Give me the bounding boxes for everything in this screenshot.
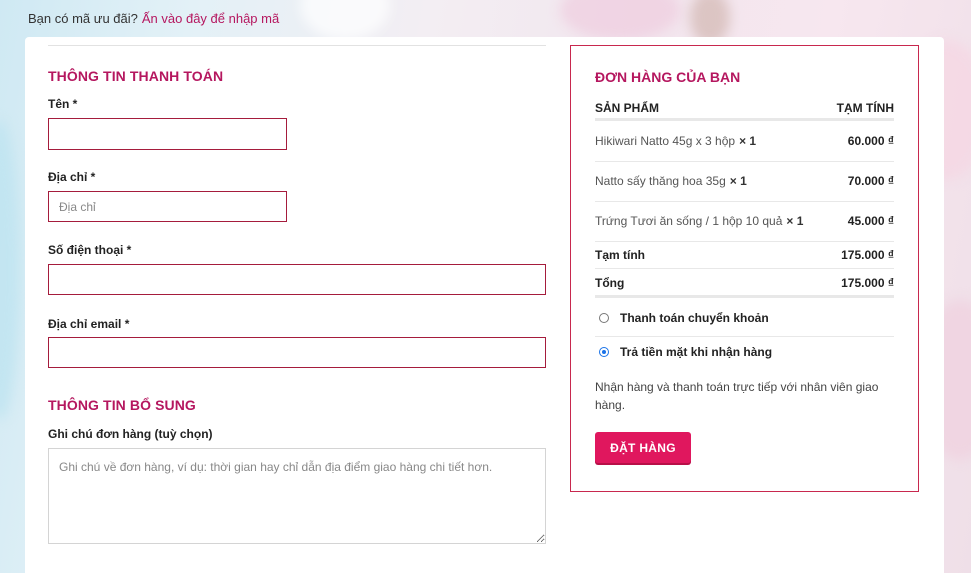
coupon-prompt: Bạn có mã ưu đãi? [28, 11, 138, 26]
address-field[interactable] [48, 191, 287, 222]
order-title: ĐƠN HÀNG CỦA BẠN [595, 69, 741, 85]
radio-cod[interactable] [599, 347, 609, 357]
subtotal-value: 175.000 ₫ [841, 248, 894, 262]
coupon-link[interactable]: Ấn vào đây để nhập mã [142, 11, 279, 26]
place-order-button[interactable]: ĐẶT HÀNG [595, 432, 691, 463]
email-field[interactable] [48, 337, 546, 368]
phone-field[interactable] [48, 264, 546, 295]
column-subtotal: TẠM TÍNH [836, 101, 894, 115]
product-price: 45.000 ₫ [847, 214, 894, 228]
product-name: Hikiwari Natto 45g x 3 hộp × 1 [595, 134, 757, 148]
product-name: Trứng Tươi ăn sống / 1 hộp 10 quả × 1 [595, 214, 804, 228]
order-notes-field[interactable] [48, 448, 546, 544]
phone-label: Số điện thoại * [48, 243, 132, 257]
total-value: 175.000 ₫ [841, 276, 894, 290]
subtotal-label: Tạm tính [595, 248, 645, 262]
name-field[interactable] [48, 118, 287, 150]
radio-bank-transfer[interactable] [599, 313, 609, 323]
email-label: Địa chỉ email * [48, 317, 130, 331]
payment-option-bank-transfer[interactable]: Thanh toán chuyển khoản [595, 308, 894, 337]
product-price: 70.000 ₫ [847, 174, 894, 188]
coupon-notice: Bạn có mã ưu đãi? Ấn vào đây để nhập mã [28, 11, 279, 26]
product-price: 60.000 ₫ [847, 134, 894, 148]
column-product: SẢN PHẨM [595, 101, 660, 115]
subtotal-row: Tạm tính 175.000 ₫ [595, 242, 894, 269]
total-row: Tổng 175.000 ₫ [595, 269, 894, 298]
background-blur [0, 120, 20, 420]
payment-label: Trả tiền mặt khi nhận hàng [620, 345, 773, 359]
address-label: Địa chỉ * [48, 170, 96, 184]
additional-title: THÔNG TIN BỔ SUNG [48, 397, 196, 413]
order-review: ĐƠN HÀNG CỦA BẠN SẢN PHẨM TẠM TÍNH Hikiw… [570, 45, 919, 492]
product-quantity: × 1 [729, 174, 747, 188]
divider [48, 45, 546, 46]
order-item-row: Hikiwari Natto 45g x 3 hộp × 1 60.000 ₫ [595, 122, 894, 162]
payment-option-cod[interactable]: Trả tiền mặt khi nhận hàng [595, 341, 894, 367]
background-blur [300, 0, 390, 40]
background-blur [560, 0, 680, 40]
payment-description: Nhận hàng và thanh toán trực tiếp với nh… [595, 380, 879, 412]
billing-title: THÔNG TIN THANH TOÁN [48, 68, 224, 84]
payment-label: Thanh toán chuyển khoản [620, 311, 769, 325]
order-item-row: Trứng Tươi ăn sống / 1 hộp 10 quả × 1 45.… [595, 202, 894, 242]
name-label: Tên * [48, 97, 78, 111]
product-quantity: × 1 [739, 134, 757, 148]
total-label: Tổng [595, 276, 625, 290]
product-quantity: × 1 [786, 214, 804, 228]
order-table-header: SẢN PHẨM TẠM TÍNH [595, 101, 894, 121]
checkout-card: THÔNG TIN THANH TOÁN Tên * Địa chỉ * Số … [25, 37, 944, 573]
product-name: Natto sấy thăng hoa 35g × 1 [595, 174, 747, 188]
notes-label: Ghi chú đơn hàng (tuỳ chọn) [48, 427, 213, 441]
order-item-row: Natto sấy thăng hoa 35g × 1 70.000 ₫ [595, 162, 894, 202]
